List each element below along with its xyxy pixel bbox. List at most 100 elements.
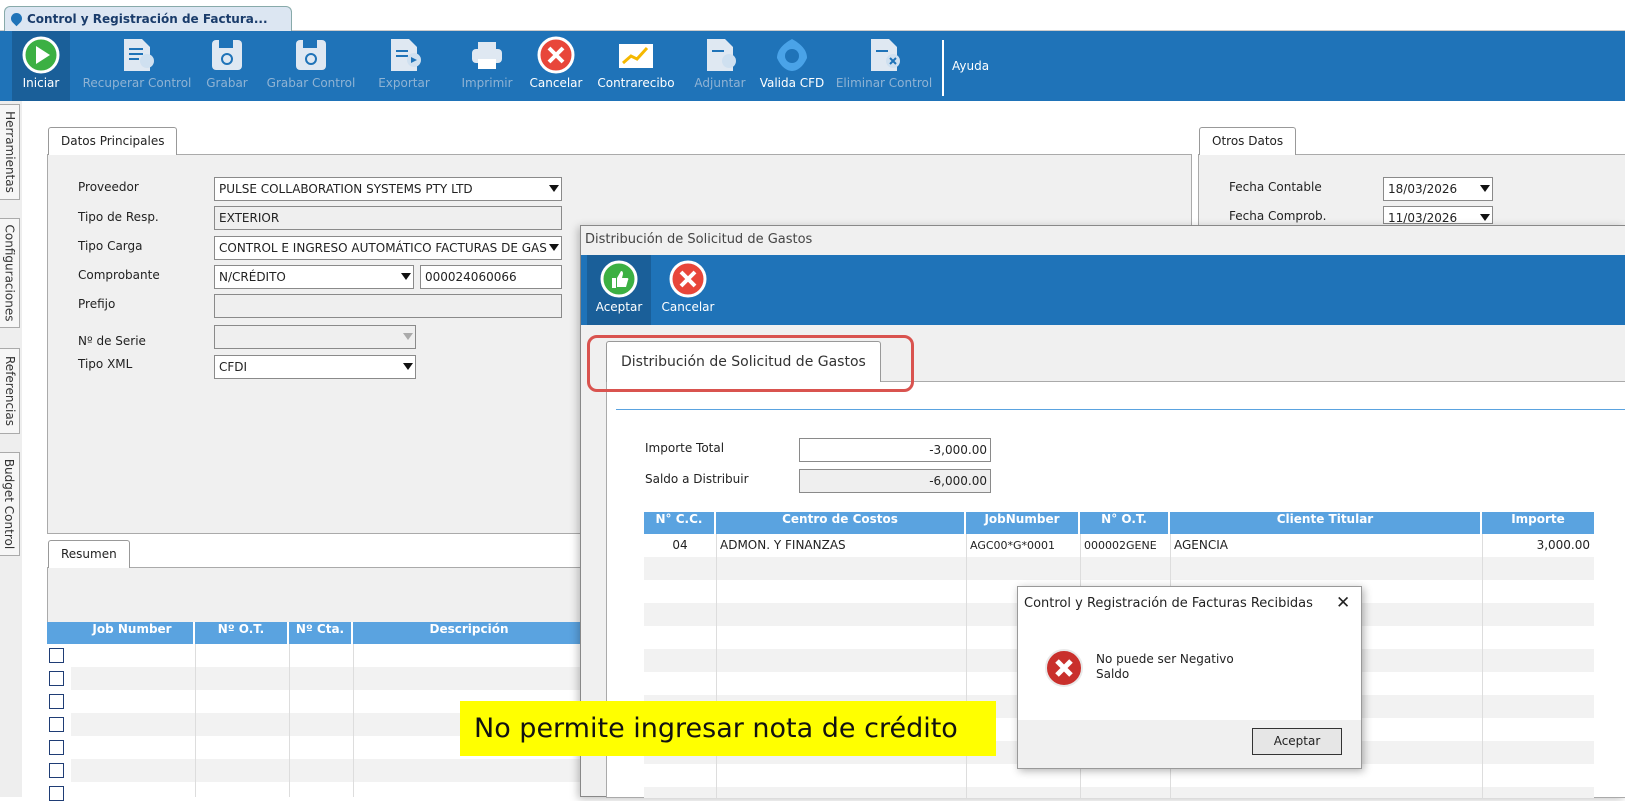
col-jobnumber[interactable]: JobNumber [966,512,1080,534]
exportar-button[interactable]: Exportar [370,31,438,101]
chevron-down-icon[interactable] [549,185,559,192]
cancel-x-icon [537,36,575,74]
col-nro-cta[interactable]: Nº Cta. [289,622,353,644]
blue-separator [616,409,1625,410]
side-tab-budget-control[interactable]: Budget Control [0,452,20,556]
tab-datos-principales[interactable]: Datos Principales [48,127,178,155]
side-tab-herramientas[interactable]: Herramientas [0,104,20,200]
tab-highlight-box [587,335,914,392]
error-accept-button[interactable]: Aceptar [1252,728,1342,755]
cancel-x-icon [669,260,707,298]
chevron-down-icon[interactable] [401,273,411,280]
export-document-icon [385,36,423,74]
col-nro-cc[interactable]: N° C.C. [644,512,716,534]
window-tab[interactable]: Control y Registración de Factura... [4,6,292,31]
valida-cfd-button[interactable]: Valida CFD [756,31,828,101]
saldo-label: Saldo a Distribuir [645,472,749,486]
fecha-comprob-select[interactable]: 11/03/2026 [1383,206,1493,224]
col-cliente-titular[interactable]: Cliente Titular [1170,512,1482,534]
dialog-title: Distribución de Solicitud de Gastos [585,232,813,247]
col-centro-costos[interactable]: Centro de Costos [716,512,966,534]
tipo-xml-label: Tipo XML [78,357,133,371]
cell-cliente: AGENCIA [1174,538,1228,552]
tab-otros-datos[interactable]: Otros Datos [1199,127,1297,155]
dialog-cancelar-button[interactable]: Cancelar [655,255,721,325]
side-tabs-strip [0,101,22,797]
grid-col-divider [195,644,196,797]
error-dialog: Control y Registración de Facturas Recib… [1017,586,1362,769]
row-checkbox[interactable] [49,740,64,755]
grid-col-divider [289,644,290,797]
prefijo-field [214,294,562,318]
chart-receipt-icon [617,36,655,74]
error-message-line2: Saldo [1096,667,1130,681]
play-icon [22,36,60,74]
close-icon[interactable]: ✕ [1336,593,1350,613]
fecha-comprob-label: Fecha Comprob. [1229,209,1327,223]
tipo-carga-label: Tipo Carga [78,239,143,253]
importe-total-field: -3,000.00 [799,438,991,462]
dialog-toolbar [581,255,1625,325]
grid-col-divider [353,644,354,797]
grabar-control-button[interactable]: Grabar Control [262,31,360,101]
adjuntar-button[interactable]: Adjuntar [688,31,752,101]
tipo-resp-label: Tipo de Resp. [78,210,159,224]
col-nro-ot[interactable]: N° O.T. [1080,512,1170,534]
fecha-contable-select[interactable]: 18/03/2026 [1383,177,1493,201]
row-checkbox[interactable] [49,648,64,663]
side-tab-configuraciones[interactable]: Configuraciones [0,218,20,328]
cell-importe: 3,000.00 [1536,538,1590,552]
floppy-disk-icon [292,36,330,74]
col-importe[interactable]: Importe [1482,512,1594,534]
row-checkbox[interactable] [49,671,64,686]
proveedor-label: Proveedor [78,180,139,194]
fecha-contable-label: Fecha Contable [1229,180,1322,194]
app-logo-icon [8,10,25,27]
cell-cc: 04 [672,538,688,552]
comprobante-type-select[interactable]: N/CRÉDITO [214,265,414,289]
grabar-button[interactable]: Grabar [202,31,252,101]
printer-icon [468,36,506,74]
side-tab-referencias[interactable]: Referencias [0,348,20,434]
tipo-resp-field: EXTERIOR [214,206,562,230]
table-row[interactable]: 04 ADMON. Y FINANZAS AGC00*G*0001 000002… [644,534,1594,557]
cell-ot: 000002GENE [1084,539,1157,552]
col-descripcion[interactable]: Descripción [353,622,587,644]
cancelar-button[interactable]: Cancelar [526,31,586,101]
tipo-carga-select[interactable]: CONTROL E INGRESO AUTOMÁTICO FACTURAS DE… [214,236,562,260]
error-dialog-title: Control y Registración de Facturas Recib… [1024,596,1313,611]
imprimir-button[interactable]: Imprimir [456,31,518,101]
importe-total-label: Importe Total [645,441,725,455]
iniciar-button[interactable]: Iniciar [12,31,70,101]
error-icon [1045,649,1083,687]
recuperar-control-button[interactable]: Recuperar Control [78,31,196,101]
aceptar-button[interactable]: Aceptar [587,255,651,325]
grid-col-divider [966,534,967,798]
validate-shield-icon [773,36,811,74]
col-job-number[interactable]: Job Number [71,622,195,644]
grid-col-divider [716,534,717,798]
floppy-disk-icon [208,36,246,74]
contrarecibo-button[interactable]: Contrarecibo [592,31,680,101]
attach-document-icon [701,36,739,74]
chevron-down-icon[interactable] [403,363,413,370]
eliminar-control-button[interactable]: Eliminar Control [834,31,934,101]
row-checkbox[interactable] [49,763,64,778]
chevron-down-icon[interactable] [549,244,559,251]
chevron-down-icon[interactable] [1480,214,1490,221]
row-checkbox[interactable] [49,717,64,732]
window-tab-title: Control y Registración de Factura... [27,12,268,26]
proveedor-select[interactable]: PULSE COLLABORATION SYSTEMS PTY LTD [214,177,562,201]
row-checkbox[interactable] [49,786,64,801]
chevron-down-icon[interactable] [1480,185,1490,192]
chevron-down-icon [403,333,413,340]
comprobante-label: Comprobante [78,268,160,282]
tab-resumen[interactable]: Resumen [48,540,130,568]
toolbar-left-edge [0,31,10,101]
ayuda-button[interactable]: Ayuda [952,59,989,73]
cell-job: AGC00*G*0001 [970,539,1056,552]
comprobante-number-input[interactable]: 000024060066 [420,265,562,289]
row-checkbox[interactable] [49,694,64,709]
col-nro-ot[interactable]: Nº O.T. [195,622,289,644]
tipo-xml-select[interactable]: CFDI [214,355,416,379]
